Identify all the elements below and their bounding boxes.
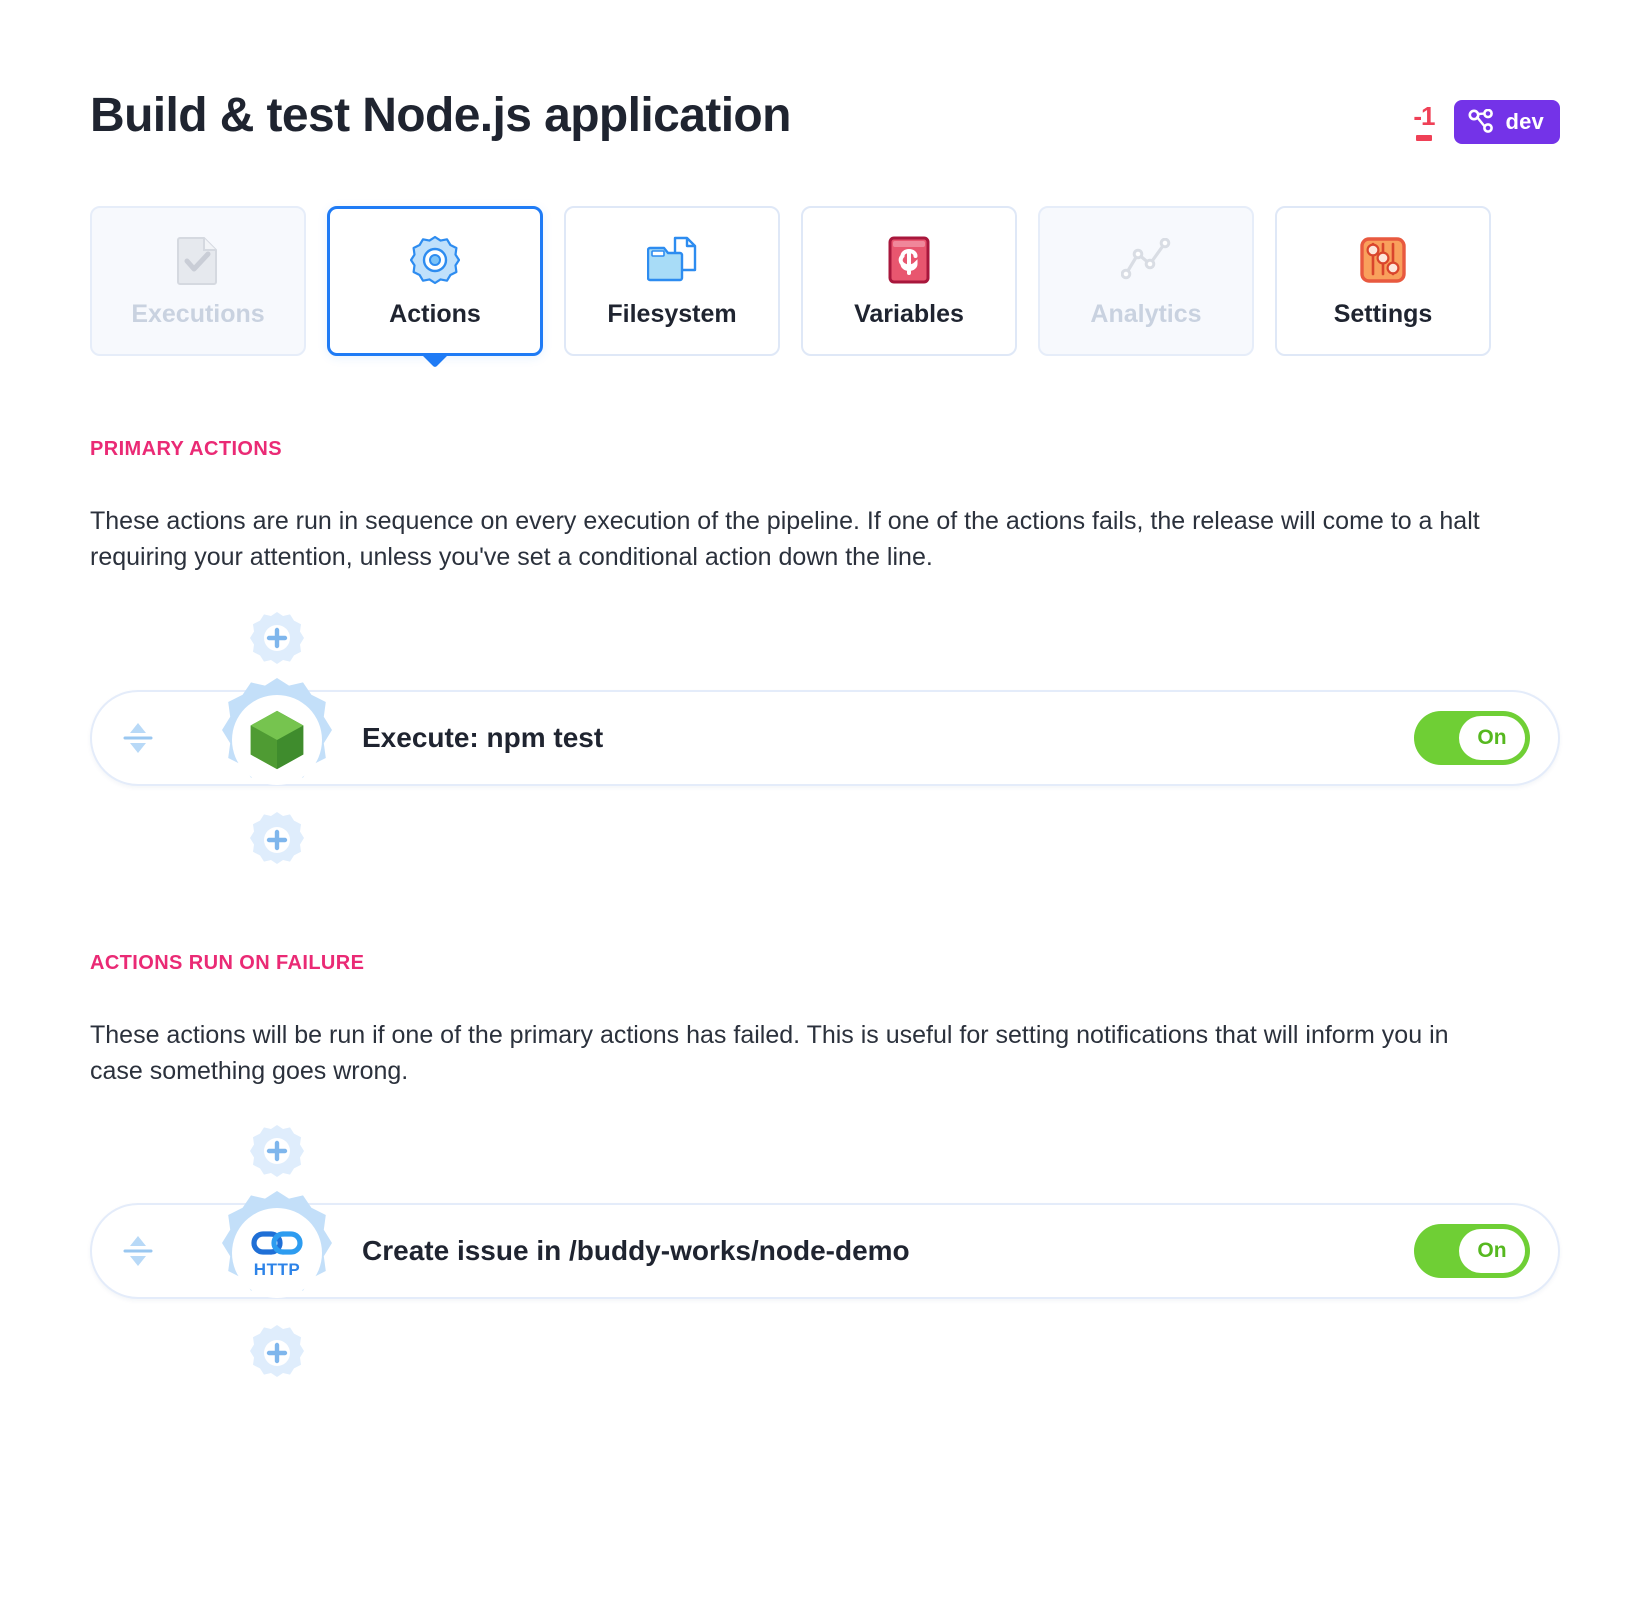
action-toggle[interactable]: On [1414,710,1530,765]
gear-cluster-primary [182,610,372,870]
tab-label-settings: Settings [1333,299,1433,328]
page-header: Build & test Node.js application -1 dev [90,0,1560,144]
action-toggle[interactable]: On [1414,1224,1530,1278]
tab-analytics[interactable]: Analytics [1038,206,1254,356]
action-title: Create issue in /buddy-works/node-demo [362,1235,910,1266]
diff-stats: -1 [1413,103,1438,141]
action-block-failure: Create issue in /buddy-works/node-demo O… [90,1123,1560,1383]
pipeline-page: Build & test Node.js application -1 dev [0,0,1650,1600]
git-branch-icon [1468,109,1494,133]
action-icon-gear[interactable] [212,675,342,805]
tab-bar: Executions Actions Filesystem Variables … [90,206,1560,356]
line-chart-icon [1120,234,1172,286]
branch-label: dev [1505,109,1544,134]
tab-label-filesystem: Filesystem [607,299,737,328]
gear-cluster-failure: HTTP [182,1123,372,1383]
http-label: HTTP [253,1259,301,1279]
tab-label-analytics: Analytics [1090,299,1202,328]
action-block-primary: Execute: npm test On [90,610,1560,870]
section-description-failure: These actions will be run if one of the … [90,1020,1449,1085]
section-primary-actions: PRIMARY ACTIONS These actions are run in… [90,438,1560,870]
tab-filesystem[interactable]: Filesystem [564,206,780,356]
section-heading-primary: PRIMARY ACTIONS [90,438,282,460]
tab-label-executions: Executions [131,299,265,328]
action-toggle-label: On [1459,715,1525,760]
add-action-below-button[interactable] [247,810,307,870]
folder-file-icon [646,234,698,286]
header-right: -1 dev [1413,88,1560,144]
sliders-icon [1357,234,1409,286]
drag-handle-icon[interactable] [92,718,184,758]
drag-handle-icon[interactable] [92,1231,184,1271]
tab-executions[interactable]: Executions [90,206,306,356]
add-action-above-button[interactable] [247,1123,307,1183]
tab-actions[interactable]: Actions [327,206,543,356]
http-link-icon: HTTP [246,1222,308,1284]
add-action-above-button[interactable] [247,610,307,670]
document-check-icon [172,234,224,286]
action-toggle-label: On [1459,1229,1525,1273]
gear-icon [409,234,461,286]
dollar-book-icon [883,234,935,286]
section-description-primary: These actions are run in sequence on eve… [90,507,1480,572]
diff-removed-count: -1 [1413,101,1435,131]
tab-label-actions: Actions [389,299,481,328]
tab-settings[interactable]: Settings [1275,206,1491,356]
section-heading-failure: ACTIONS RUN ON FAILURE [90,951,365,974]
diff-bar-icon [1415,135,1432,141]
tab-label-variables: Variables [854,299,964,328]
add-action-below-button[interactable] [247,1323,307,1383]
branch-badge[interactable]: dev [1454,100,1560,144]
tab-variables[interactable]: Variables [801,206,1017,356]
page-title: Build & test Node.js application [90,89,791,142]
section-failure-actions: ACTIONS RUN ON FAILURE These actions wil… [90,952,1560,1384]
action-icon-gear[interactable]: HTTP [212,1188,342,1318]
action-title: Execute: npm test [362,721,604,753]
nodejs-icon [246,709,308,771]
